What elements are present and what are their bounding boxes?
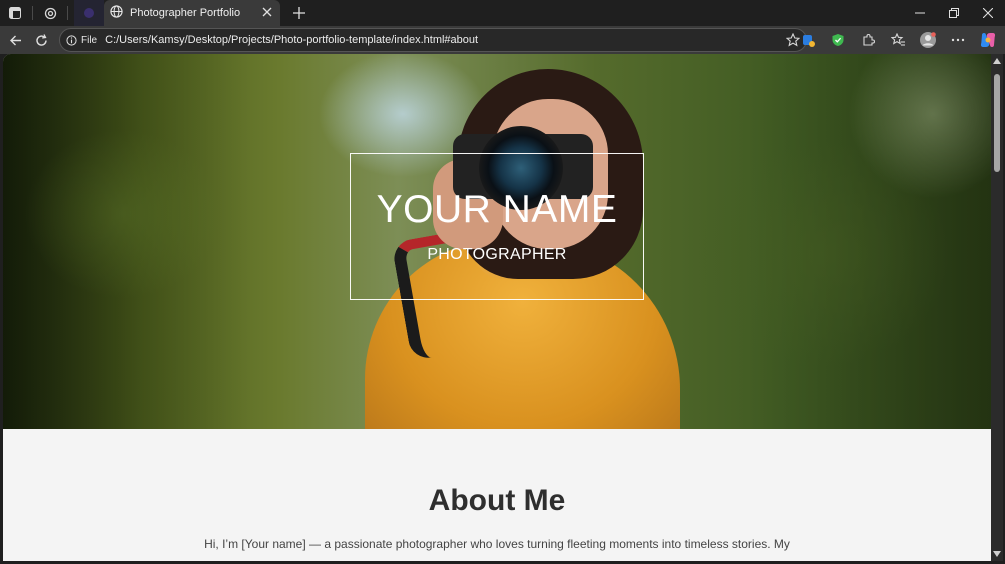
hero-section: YOUR NAME PHOTOGRAPHER bbox=[3, 54, 991, 429]
url-text[interactable]: C:/Users/Kamsy/Desktop/Projects/Photo-po… bbox=[105, 34, 478, 46]
tab-active[interactable]: Photographer Portfolio bbox=[104, 0, 280, 26]
extension-shopping-icon[interactable] bbox=[795, 27, 821, 53]
favorites-icon[interactable] bbox=[885, 27, 911, 53]
page-viewport: YOUR NAME PHOTOGRAPHER About Me Hi, I’m … bbox=[3, 54, 991, 561]
refresh-button[interactable] bbox=[28, 27, 54, 53]
scrollbar-thumb[interactable] bbox=[994, 74, 1000, 172]
tab-strip: Photographer Portfolio bbox=[0, 0, 1005, 26]
about-text: Hi, I’m [Your name] — a passionate photo… bbox=[204, 537, 790, 551]
divider bbox=[67, 6, 68, 20]
browser-toolbar: File C:/Users/Kamsy/Desktop/Projects/Pho… bbox=[0, 26, 1005, 54]
more-icon[interactable] bbox=[945, 27, 971, 53]
hero-name: YOUR NAME bbox=[376, 188, 618, 231]
close-tab-icon[interactable] bbox=[262, 7, 272, 20]
close-window-button[interactable] bbox=[971, 0, 1005, 26]
extension-shield-icon[interactable] bbox=[825, 27, 851, 53]
globe-icon bbox=[110, 5, 123, 21]
site-info-button[interactable]: File bbox=[66, 35, 105, 46]
workspaces-icon[interactable] bbox=[39, 2, 61, 24]
site-info-label: File bbox=[81, 34, 98, 46]
copilot-icon[interactable] bbox=[975, 27, 1001, 53]
new-tab-button[interactable] bbox=[288, 2, 310, 24]
puzzle-icon[interactable] bbox=[855, 27, 881, 53]
about-section: About Me Hi, I’m [Your name] — a passion… bbox=[3, 429, 991, 561]
refresh-icon bbox=[35, 33, 47, 46]
address-bar[interactable]: File C:/Users/Kamsy/Desktop/Projects/Pho… bbox=[59, 28, 807, 52]
page-scrollbar[interactable] bbox=[991, 54, 1003, 561]
tab-favicon-icon bbox=[84, 8, 94, 18]
divider bbox=[32, 6, 33, 20]
restore-button[interactable] bbox=[937, 0, 971, 26]
back-arrow-icon bbox=[9, 35, 21, 45]
plus-icon bbox=[293, 7, 305, 19]
window-controls bbox=[903, 0, 1005, 26]
tab-title: Photographer Portfolio bbox=[130, 7, 241, 19]
tab-inactive[interactable] bbox=[74, 0, 104, 26]
info-icon bbox=[66, 34, 77, 46]
about-title: About Me bbox=[428, 484, 566, 517]
back-button[interactable] bbox=[2, 27, 28, 53]
hero-role: PHOTOGRAPHER bbox=[427, 246, 567, 263]
scroll-up-arrow-icon[interactable] bbox=[993, 58, 1001, 64]
scroll-down-arrow-icon[interactable] bbox=[993, 551, 1001, 557]
minimize-button[interactable] bbox=[903, 0, 937, 26]
hero-title-frame: YOUR NAME PHOTOGRAPHER bbox=[350, 153, 644, 300]
profile-icon[interactable] bbox=[915, 27, 941, 53]
tab-actions-icon[interactable] bbox=[4, 2, 26, 24]
toolbar-right bbox=[795, 27, 1001, 53]
